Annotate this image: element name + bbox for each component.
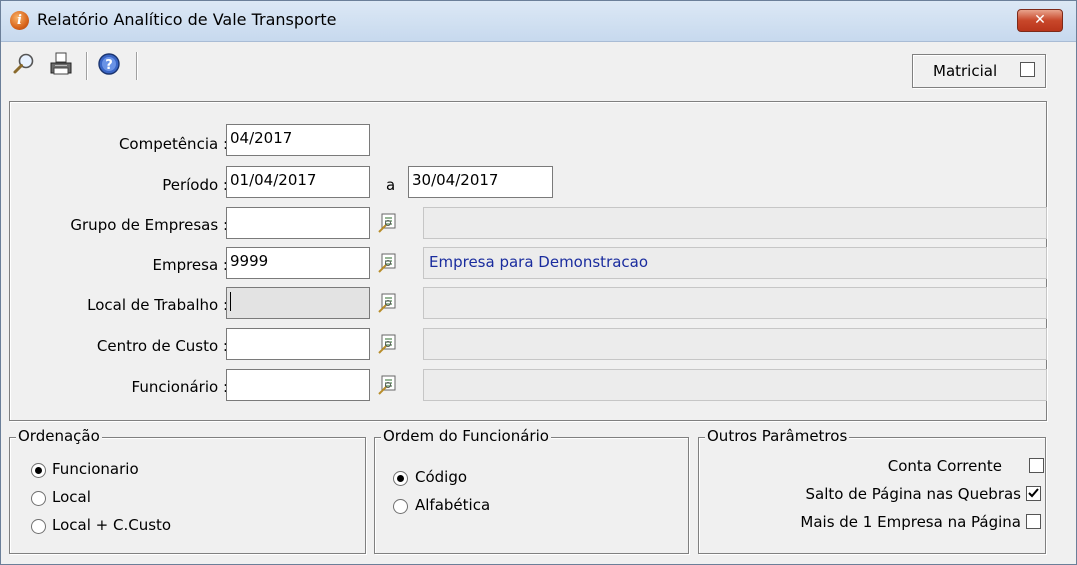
periodo-separator: a <box>386 176 396 194</box>
radio-codigo[interactable] <box>393 471 408 486</box>
funcionario-description <box>423 369 1047 401</box>
radio-alfabetica[interactable] <box>393 499 408 514</box>
centro-custo-description <box>423 328 1047 360</box>
outros-parametros-title: Outros Parâmetros <box>705 427 850 445</box>
ordem-option-label[interactable]: Alfabética <box>415 496 490 514</box>
local-trabalho-description <box>423 287 1047 319</box>
lookup-icon[interactable] <box>377 333 399 355</box>
radio-selected-dot <box>397 475 404 482</box>
help-icon[interactable]: ? <box>96 51 122 77</box>
ordenacao-group: Ordenação Funcionario Local Local + C.Cu… <box>9 427 366 554</box>
empresa-input[interactable]: 9999 <box>226 247 370 279</box>
radio-local-ccusto[interactable] <box>31 519 46 534</box>
ordem-funcionario-title: Ordem do Funcionário <box>381 427 551 445</box>
ordenacao-title: Ordenação <box>16 427 102 445</box>
matricial-label: Matricial <box>933 62 998 80</box>
radio-funcionario[interactable] <box>31 463 46 478</box>
toolbar-separator <box>136 52 138 80</box>
mais-empresa-checkbox[interactable] <box>1026 514 1041 529</box>
parameters-panel: Competência : 04/2017 Período : 01/04/20… <box>9 101 1047 421</box>
salto-pagina-label: Salto de Página nas Quebras <box>805 485 1021 503</box>
mais-empresa-label: Mais de 1 Empresa na Página <box>800 513 1021 531</box>
ordenacao-option-label[interactable]: Funcionario <box>52 460 139 478</box>
conta-corrente-checkbox[interactable] <box>1029 458 1044 473</box>
funcionario-input[interactable] <box>226 369 370 401</box>
grupo-empresas-description <box>423 207 1047 239</box>
radio-selected-dot <box>35 467 42 474</box>
ordenacao-option-label[interactable]: Local <box>52 488 91 506</box>
periodo-to-input[interactable]: 30/04/2017 <box>408 166 553 198</box>
salto-pagina-checkbox[interactable] <box>1026 486 1041 501</box>
local-trabalho-label: Local de Trabalho : <box>87 296 228 314</box>
funcionario-label: Funcionário : <box>131 378 228 396</box>
lookup-icon[interactable] <box>377 212 399 234</box>
grupo-empresas-label: Grupo de Empresas : <box>70 216 228 234</box>
text-cursor <box>230 292 231 311</box>
periodo-label: Período : <box>162 176 228 194</box>
conta-corrente-label: Conta Corrente <box>887 457 1002 475</box>
competencia-label: Competência : <box>118 135 228 153</box>
svg-text:?: ? <box>105 58 113 73</box>
competencia-input[interactable]: 04/2017 <box>226 124 370 156</box>
matricial-checkbox[interactable] <box>1020 62 1035 77</box>
local-trabalho-input[interactable] <box>226 287 370 319</box>
title-bar[interactable]: i Relatório Analítico de Vale Transporte… <box>1 1 1076 42</box>
ordem-funcionario-group: Ordem do Funcionário Código Alfabética <box>374 427 689 554</box>
close-button[interactable]: ✕ <box>1017 9 1063 32</box>
grupo-empresas-input[interactable] <box>226 207 370 239</box>
lookup-icon[interactable] <box>377 252 399 274</box>
toolbar-separator <box>86 52 88 80</box>
search-icon[interactable] <box>11 51 37 77</box>
window-title: Relatório Analítico de Vale Transporte <box>37 10 337 29</box>
centro-custo-label: Centro de Custo : <box>96 337 228 355</box>
report-window: i Relatório Analítico de Vale Transporte… <box>0 0 1077 565</box>
print-icon[interactable] <box>48 51 74 77</box>
centro-custo-input[interactable] <box>226 328 370 360</box>
matricial-option: Matricial <box>912 54 1046 88</box>
outros-parametros-group: Outros Parâmetros Conta Corrente Salto d… <box>698 427 1046 554</box>
empresa-label: Empresa : <box>152 256 228 274</box>
toolbar: ? Matricial <box>1 42 1076 90</box>
app-info-icon: i <box>10 11 29 30</box>
radio-local[interactable] <box>31 491 46 506</box>
lookup-icon[interactable] <box>377 292 399 314</box>
ordem-option-label[interactable]: Código <box>415 468 467 486</box>
empresa-description: Empresa para Demonstracao <box>423 247 1047 279</box>
checkmark-icon <box>1028 488 1039 498</box>
periodo-from-input[interactable]: 01/04/2017 <box>226 166 370 198</box>
ordenacao-option-label[interactable]: Local + C.Custo <box>52 516 171 534</box>
lookup-icon[interactable] <box>377 374 399 396</box>
